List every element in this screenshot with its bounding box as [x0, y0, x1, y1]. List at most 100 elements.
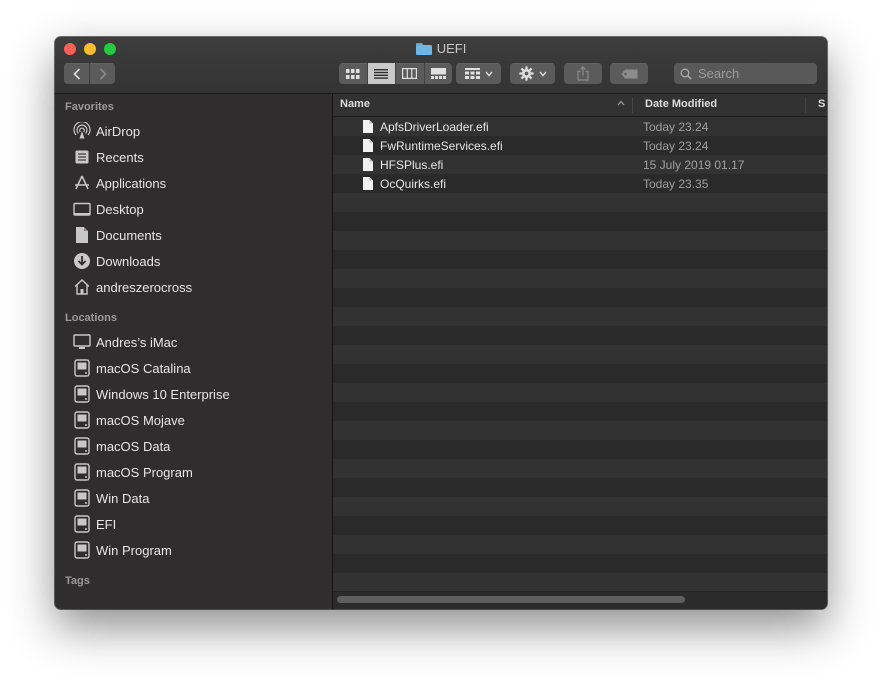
applications-icon	[73, 174, 91, 192]
sidebar-item-label: Win Program	[96, 542, 172, 558]
empty-row	[333, 383, 827, 402]
file-date: Today 23.35	[643, 177, 709, 191]
gear-icon	[518, 66, 534, 81]
file-name: ApfsDriverLoader.efi	[380, 120, 489, 134]
sidebar-item-downloads[interactable]: Downloads	[73, 250, 323, 272]
column-view-button[interactable]	[395, 63, 424, 84]
chevron-down-icon	[538, 71, 547, 77]
column-separator[interactable]	[632, 97, 633, 113]
document-icon	[363, 120, 373, 133]
documents-icon	[73, 226, 91, 244]
table-row[interactable]: OcQuirks.efi Today 23.35	[333, 174, 827, 193]
action-menu-button[interactable]	[510, 63, 555, 84]
column-header-date-modified[interactable]: Date Modified	[645, 98, 717, 110]
sidebar: Favorites AirDrop Recents Applications D…	[55, 94, 332, 609]
sidebar-item-label: andreszerocross	[96, 279, 193, 295]
empty-row	[333, 231, 827, 250]
favorites-section-title: Favorites	[65, 101, 114, 113]
sidebar-item-label: EFI	[96, 516, 117, 532]
sidebar-item-imac[interactable]: Andres’s iMac	[73, 331, 323, 353]
sidebar-item-label: macOS Catalina	[96, 360, 191, 376]
empty-row	[333, 478, 827, 497]
empty-row	[333, 402, 827, 421]
empty-row	[333, 516, 827, 535]
back-button[interactable]	[64, 63, 89, 84]
sidebar-item-label: AirDrop	[96, 123, 141, 139]
sidebar-item-macos-data[interactable]: macOS Data	[73, 435, 323, 457]
sidebar-item-efi[interactable]: EFI	[73, 513, 323, 535]
document-icon	[363, 139, 373, 152]
sidebar-item-recents[interactable]: Recents	[73, 146, 323, 168]
disk-icon	[73, 489, 91, 507]
sidebar-item-home[interactable]: andreszerocross	[73, 276, 323, 298]
search-input[interactable]	[698, 66, 808, 81]
list-view-icon	[374, 68, 389, 79]
table-row[interactable]: HFSPlus.efi 15 July 2019 01.17	[333, 155, 827, 174]
empty-row	[333, 364, 827, 383]
disk-icon	[73, 385, 91, 403]
sidebar-item-win-program[interactable]: Win Program	[73, 539, 323, 561]
file-name: HFSPlus.efi	[380, 158, 444, 172]
file-date: 15 July 2019 01.17	[643, 158, 745, 172]
gallery-view-button[interactable]	[423, 63, 453, 84]
sidebar-item-label: Applications	[96, 175, 167, 191]
forward-button[interactable]	[89, 63, 115, 84]
chevron-right-icon	[99, 67, 107, 80]
sidebar-item-macos-program[interactable]: macOS Program	[73, 461, 323, 483]
recents-icon	[73, 148, 91, 166]
view-mode-selector	[339, 63, 452, 84]
column-header-size[interactable]: S	[818, 98, 825, 110]
document-icon	[363, 177, 373, 190]
column-view-icon	[402, 68, 418, 79]
empty-row	[333, 535, 827, 554]
sidebar-item-macos-catalina[interactable]: macOS Catalina	[73, 357, 323, 379]
tag-icon	[621, 69, 637, 78]
file-name: OcQuirks.efi	[380, 177, 447, 191]
horizontal-scrollbar[interactable]	[337, 596, 685, 603]
chevron-up-icon	[617, 100, 625, 106]
column-separator[interactable]	[805, 97, 806, 113]
empty-row	[333, 440, 827, 459]
sidebar-item-documents[interactable]: Documents	[73, 224, 323, 246]
search-icon	[680, 68, 692, 80]
edit-tags-button[interactable]	[610, 63, 648, 84]
empty-row	[333, 459, 827, 478]
disk-icon	[73, 541, 91, 559]
empty-row	[333, 288, 827, 307]
icon-view-button[interactable]	[339, 63, 367, 84]
disk-icon	[73, 359, 91, 377]
sidebar-item-windows-10-enterprise[interactable]: Windows 10 Enterprise	[73, 383, 323, 405]
sidebar-item-win-data[interactable]: Win Data	[73, 487, 323, 509]
share-button[interactable]	[564, 63, 602, 84]
tags-section-title: Tags	[65, 575, 90, 587]
empty-row	[333, 250, 827, 269]
table-row[interactable]: FwRuntimeServices.efi Today 23.24	[333, 136, 827, 155]
list-view-button[interactable]	[366, 63, 395, 84]
file-name: FwRuntimeServices.efi	[380, 139, 503, 153]
column-header-name[interactable]: Name	[340, 98, 370, 110]
sidebar-item-airdrop[interactable]: AirDrop	[73, 120, 323, 142]
sidebar-item-macos-mojave[interactable]: macOS Mojave	[73, 409, 323, 431]
table-row[interactable]: ApfsDriverLoader.efi Today 23.24	[333, 117, 827, 136]
downloads-icon	[73, 252, 91, 270]
group-by-button[interactable]	[456, 63, 501, 84]
empty-row	[333, 554, 827, 573]
disk-icon	[73, 411, 91, 429]
desktop-icon	[73, 200, 91, 218]
imac-icon	[73, 333, 91, 351]
disk-icon	[73, 463, 91, 481]
icon-view-icon	[345, 68, 360, 79]
sidebar-item-desktop[interactable]: Desktop	[73, 198, 323, 220]
folder-icon	[415, 42, 432, 55]
disk-icon	[73, 437, 91, 455]
chevron-left-icon	[72, 67, 80, 80]
file-list: ApfsDriverLoader.efi Today 23.24 FwRunti…	[333, 94, 827, 609]
empty-row	[333, 573, 827, 592]
share-icon	[577, 66, 589, 81]
empty-row	[333, 212, 827, 231]
sidebar-item-label: macOS Data	[96, 438, 171, 454]
navigation-buttons	[64, 63, 115, 84]
sidebar-item-applications[interactable]: Applications	[73, 172, 323, 194]
sidebar-item-label: Recents	[96, 149, 144, 165]
search-field[interactable]	[674, 63, 817, 84]
